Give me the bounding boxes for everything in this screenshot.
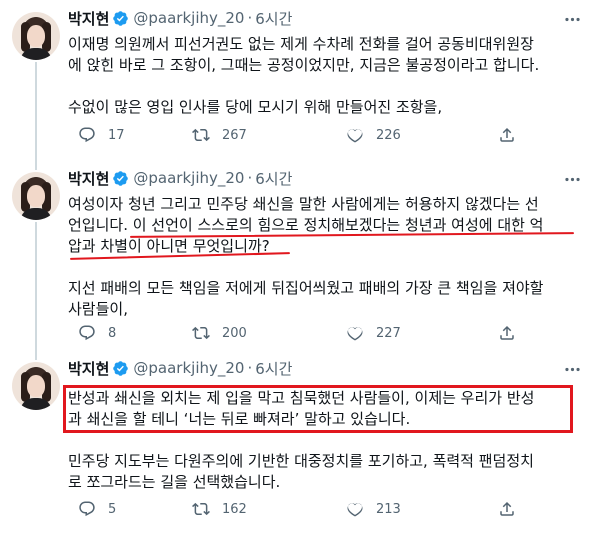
text-line: 민주당 지도부는 다원주의에 기반한 대중정치를 포기하고, 폭력적 팬덤정치 [68,452,534,470]
tweet[interactable]: 박지현 @paarkjihy_20 · 6시간 반성과 쇄신을 외치는 제 입을… [0,350,594,538]
thread-connector-line [35,350,37,360]
tweet-timestamp[interactable]: 6시간 [255,168,292,189]
thread-connector-line [35,62,37,160]
retweet-icon [192,326,210,340]
like-icon [347,327,363,341]
like-button[interactable]: 226 [346,126,401,144]
tweet-header: 박지현 @paarkjihy_20 · 6시간 [68,168,292,188]
share-icon [500,325,514,340]
text-line: 여성이자 청년 그리고 민주당 쇄신을 말한 사람에게는 허용하지 않겠다는 선 [68,195,539,213]
verified-badge-icon [113,10,129,26]
reply-icon [79,501,95,517]
text-line: 지선 패배의 모든 책임을 저에게 뒤집어씌웠고 패배의 가장 큰 책임을 져야… [68,279,544,297]
tweet[interactable]: 박지현 @paarkjihy_20 · 6시간 여성이자 청년 그리고 민주당 … [0,160,594,350]
avatar[interactable] [12,12,60,60]
like-icon [347,503,363,517]
share-icon [500,501,514,516]
tweet-header: 박지현 @paarkjihy_20 · 6시간 [68,358,292,378]
reply-button[interactable]: 8 [78,324,116,342]
share-button[interactable] [498,500,516,518]
like-button[interactable]: 227 [346,324,401,342]
text-line: 과 쇄신을 할 테니 ‘너는 뒤로 빠져라’ 말하고 있습니다. [68,410,411,428]
retweet-count: 200 [222,325,247,341]
share-button[interactable] [498,126,516,144]
author-handle[interactable]: @paarkjihy_20 [133,169,244,187]
reply-icon [79,127,95,143]
tweet-timestamp[interactable]: 6시간 [255,358,292,379]
retweet-button[interactable]: 162 [192,500,247,518]
more-options-icon[interactable] [563,10,582,29]
more-options-icon[interactable] [563,360,582,379]
avatar[interactable] [12,362,60,410]
text-line: 사람들이, [68,300,128,318]
more-options-icon[interactable] [563,170,582,189]
retweet-count: 162 [222,501,247,517]
retweet-button[interactable]: 200 [192,324,247,342]
reply-count: 8 [108,325,117,341]
reply-count: 17 [108,127,125,143]
tweet-actions: 8 200 227 [68,322,588,344]
like-count: 227 [376,325,401,341]
reply-count: 5 [108,501,117,517]
reply-button[interactable]: 5 [78,500,116,518]
like-button[interactable]: 213 [346,500,401,518]
tweet-text: 이재명 의원께서 피선거권도 없는 제게 수차례 전화를 걸어 공동비대위원장 … [68,34,578,118]
author-handle[interactable]: @paarkjihy_20 [133,359,244,377]
tweet[interactable]: 박지현 @paarkjihy_20 · 6시간 이재명 의원께서 피선거권도 없… [0,0,594,160]
tweet-actions: 5 162 213 [68,498,588,520]
retweet-icon [192,502,210,516]
tweet-actions: 17 267 226 [68,124,588,146]
author-name[interactable]: 박지현 [68,168,109,189]
avatar[interactable] [12,172,60,220]
separator-dot: · [247,9,253,27]
text-line: 로 쪼그라드는 길을 선택했습니다. [68,473,281,491]
retweet-icon [192,128,210,142]
separator-dot: · [247,169,253,187]
tweet-timestamp[interactable]: 6시간 [255,8,292,29]
share-icon [500,127,514,142]
text-line: 이재명 의원께서 피선거권도 없는 제게 수차례 전화를 걸어 공동비대위원장 [68,35,534,53]
retweet-button[interactable]: 267 [192,126,247,144]
verified-badge-icon [113,360,129,376]
tweet-text: 반성과 쇄신을 외치는 제 입을 막고 침묵했던 사람들이, 이제는 우리가 반… [68,388,578,493]
like-count: 226 [376,127,401,143]
share-button[interactable] [498,324,516,342]
text-line: 반성과 쇄신을 외치는 제 입을 막고 침묵했던 사람들이, 이제는 우리가 반… [68,389,535,407]
like-count: 213 [376,501,401,517]
author-name[interactable]: 박지현 [68,358,109,379]
like-icon [347,129,363,143]
text-line: 수없이 많은 영입 인사를 당에 모시기 위해 만들어진 조항을, [68,98,443,116]
author-handle[interactable]: @paarkjihy_20 [133,9,244,27]
verified-badge-icon [113,170,129,186]
reply-button[interactable]: 17 [78,126,125,144]
separator-dot: · [247,359,253,377]
thread-connector-line [35,160,37,170]
reply-icon [79,325,95,341]
text-line: 압과 차별이 아니면 무엇입니까? [68,237,270,255]
retweet-count: 267 [222,127,247,143]
tweet-header: 박지현 @paarkjihy_20 · 6시간 [68,8,292,28]
thread-connector-line [35,222,37,350]
text-line: 에 앉힌 바로 그 조항이, 그때는 공정이었지만, 지금은 불공정이라고 합니… [68,56,540,74]
author-name[interactable]: 박지현 [68,8,109,29]
